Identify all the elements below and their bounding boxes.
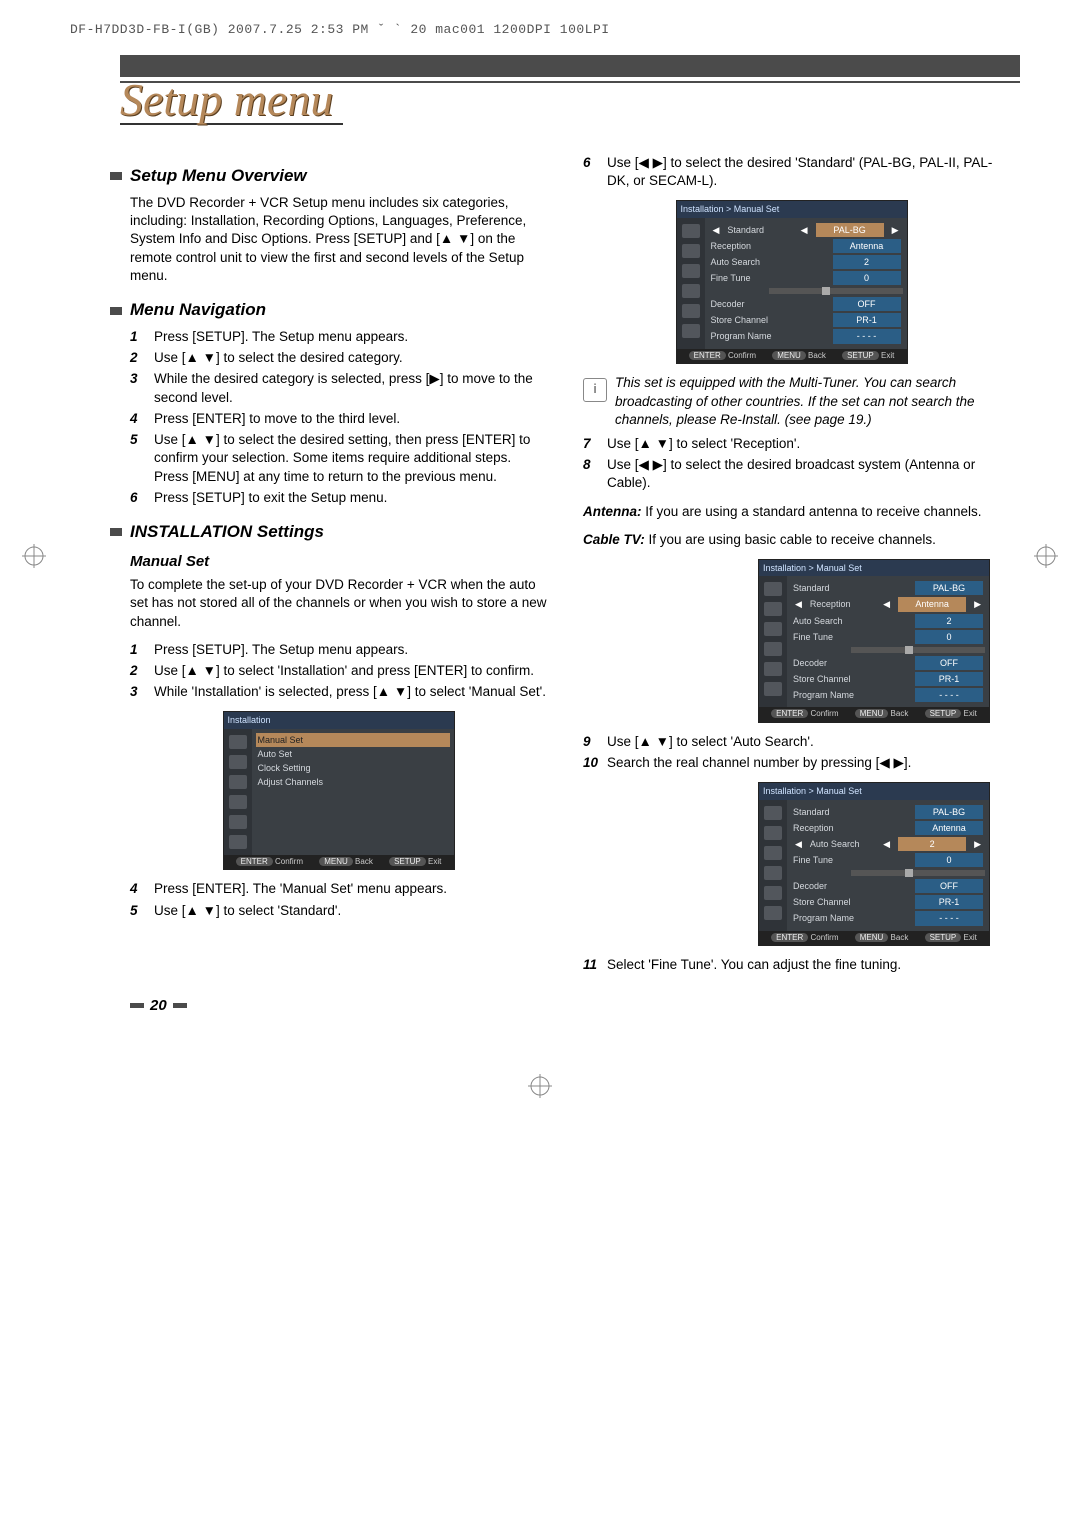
osd-manual-set-autosearch: Installation > Manual Set StandardPAL-BG… [758,782,990,946]
osd-footer: ENTER Confirm MENU Back SETUP Exit [224,855,454,870]
osd-list: Manual SetAuto SetClock SettingAdjust Ch… [252,729,454,855]
crop-mark-left [22,544,46,568]
osd-installation-menu: Installation Manual SetAuto SetClock Set… [223,711,455,870]
heading-install: INSTALLATION Settings [130,521,547,544]
osd-manual-set-reception: Installation > Manual Set StandardPAL-BG… [758,559,990,723]
install-para: To complete the set-up of your DVD Recor… [130,576,547,631]
page-number: 20 [130,997,1020,1014]
print-header: DF-H7DD3D-FB-I(GB) 2007.7.25 2:53 PM ˇ `… [70,22,1020,37]
subheading-manual-set: Manual Set [130,552,547,572]
crop-mark-right [1034,544,1058,568]
heading-overview: Setup Menu Overview [130,165,547,188]
osd-sidebar-icons [224,729,252,855]
crop-mark-bottom [528,1074,552,1098]
overview-para: The DVD Recorder + VCR Setup menu includ… [130,194,547,285]
nav-steps: 1Press [SETUP]. The Setup menu appears.2… [130,328,547,507]
heading-nav: Menu Navigation [130,299,547,322]
banner: Setup menu [120,55,1020,125]
install-steps-a: 1Press [SETUP]. The Setup menu appears.2… [130,641,547,702]
osd-breadcrumb: Installation [224,712,454,728]
info-note: i This set is equipped with the Multi-Tu… [583,374,1000,429]
info-icon: i [583,378,607,402]
step-6: 6Use [◀ ▶] to select the desired 'Standa… [583,154,1000,190]
page: DF-H7DD3D-FB-I(GB) 2007.7.25 2:53 PM ˇ `… [0,0,1080,1528]
right-column: 6Use [◀ ▶] to select the desired 'Standa… [583,151,1000,985]
content-columns: Setup Menu Overview The DVD Recorder + V… [130,151,1000,985]
page-title: Setup menu [120,77,343,125]
install-steps-b: 4Press [ENTER]. The 'Manual Set' menu ap… [130,880,547,919]
left-column: Setup Menu Overview The DVD Recorder + V… [130,151,547,985]
osd-manual-set-standard: Installation > Manual Set ◀Standard◀PAL-… [676,200,908,364]
